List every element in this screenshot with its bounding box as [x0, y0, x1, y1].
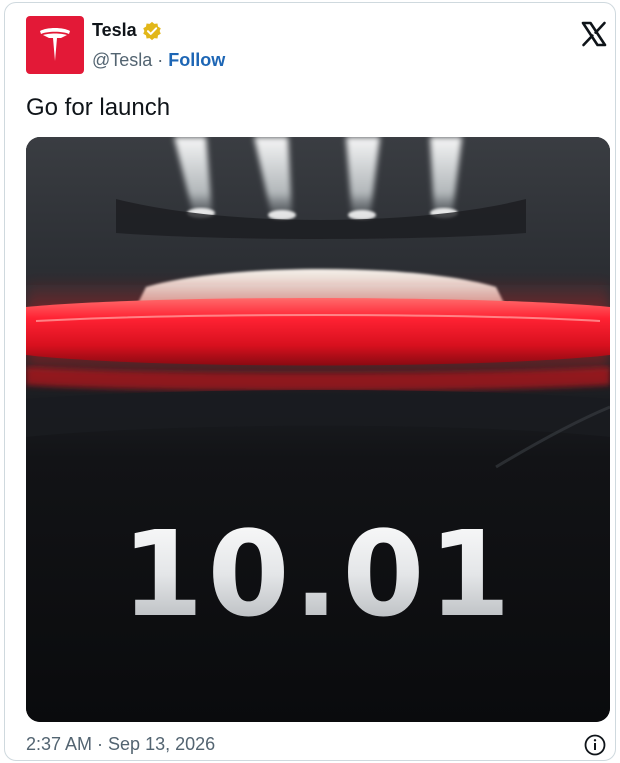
display-name[interactable]: Tesla [92, 20, 137, 41]
handle[interactable]: @Tesla [92, 50, 152, 71]
media-overlay-text: 10.01 [121, 505, 514, 643]
tesla-t-logo-icon [40, 28, 70, 61]
handle-separator: · [152, 50, 169, 70]
launch-teaser-image: 10.01 [26, 137, 610, 722]
verified-badge-icon [142, 21, 161, 40]
tweet-text: Go for launch [26, 94, 171, 121]
author-name-row: Tesla [92, 20, 162, 41]
tweet-media-image[interactable]: 10.01 [26, 137, 610, 722]
x-logo-icon[interactable] [580, 20, 608, 48]
avatar[interactable] [26, 16, 84, 74]
follow-button[interactable]: Follow [168, 50, 225, 71]
author-handle-row: @Tesla · Follow [92, 50, 225, 71]
info-icon[interactable] [583, 733, 607, 757]
tweet-timestamp[interactable]: 2:37 AM · Sep 13, 2026 [26, 734, 215, 755]
